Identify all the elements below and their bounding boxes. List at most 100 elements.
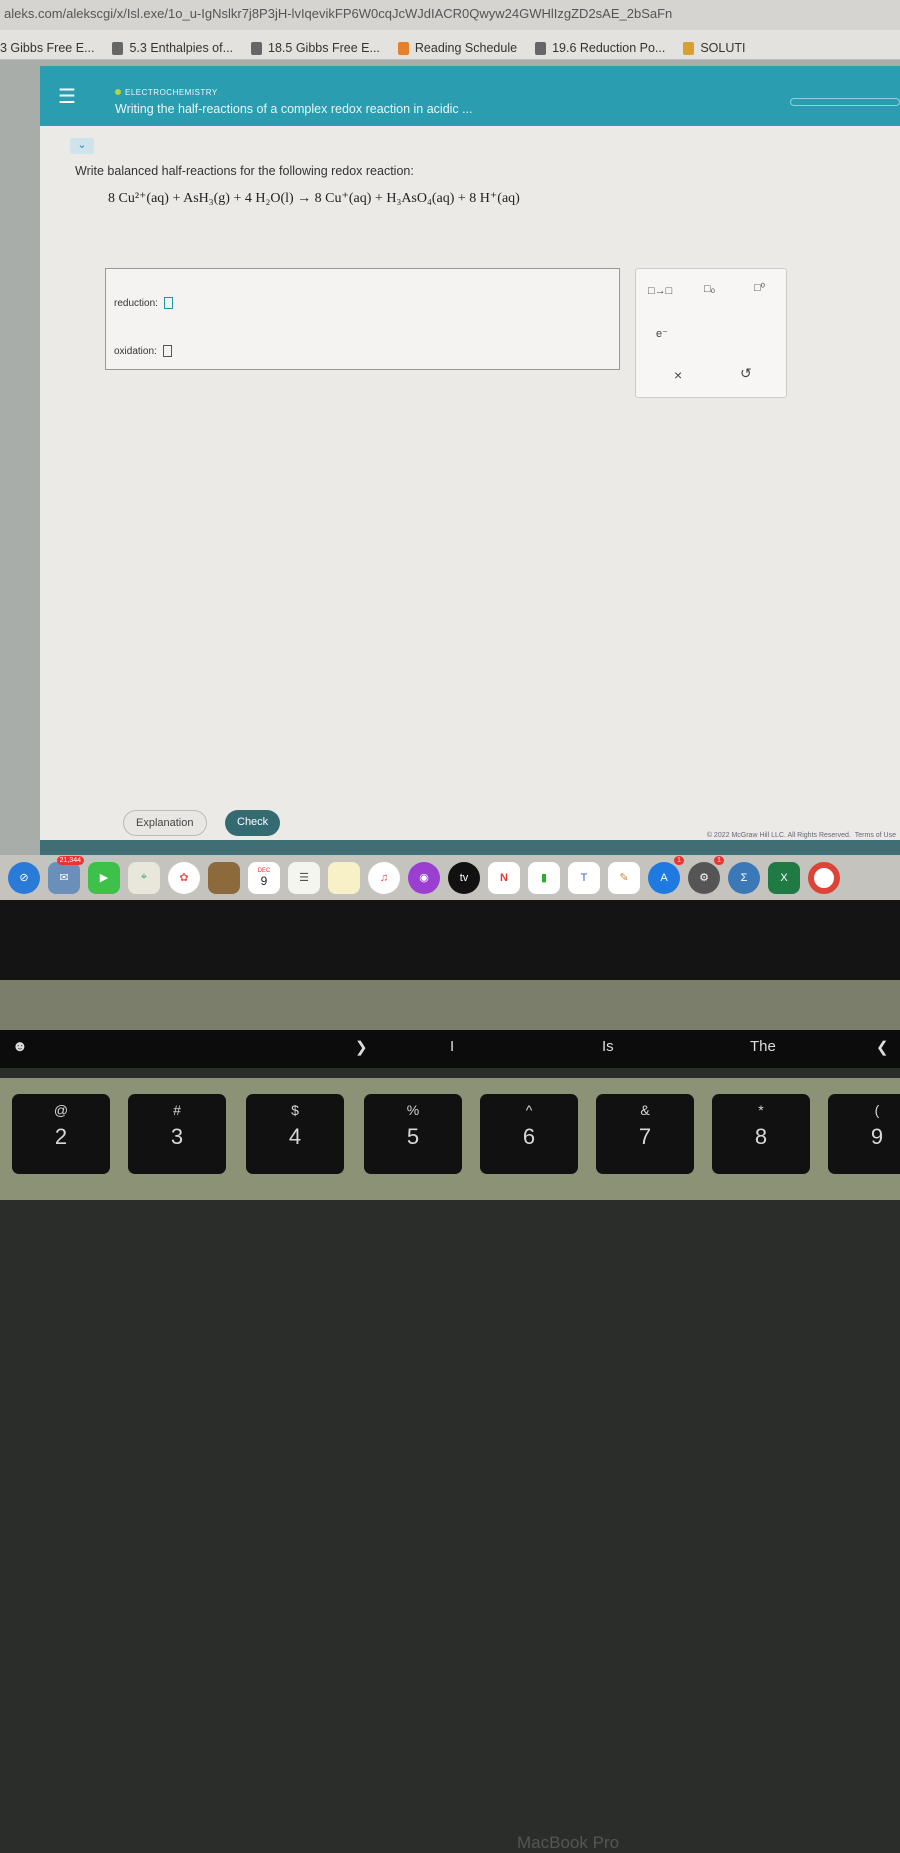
app-store-badge: 1 xyxy=(674,855,684,865)
page-icon xyxy=(683,41,695,55)
safari-icon[interactable]: ⊘ xyxy=(8,861,40,894)
keyboard: @2 #3 $4 % 5 ^ 6 & 7 * 8 (9 xyxy=(0,1078,900,1200)
system-preferences-icon[interactable]: 1 ⚙ xyxy=(688,855,724,894)
oxidation-row: oxidation: xyxy=(114,345,172,357)
copyright-text: © 2022 McGraw Hill LLC. All Rights Reser… xyxy=(707,832,896,839)
explanation-button[interactable]: Explanation xyxy=(123,810,207,836)
bookmark[interactable]: Reading Schedule xyxy=(397,37,517,59)
equation-app-icon[interactable]: Σ xyxy=(728,861,760,894)
key-legend: @ xyxy=(53,1102,69,1118)
mail-icon[interactable]: 21,344 ✉ xyxy=(48,855,84,894)
hamburger-icon[interactable]: ☰ xyxy=(58,84,76,109)
equation-reactants: 8 Cu²⁺(aq) + AsH₃(g) + 4 H₂O(l) xyxy=(108,191,294,206)
bookmark-label: 5.3 Enthalpies of... xyxy=(129,41,234,55)
bookmark[interactable]: SOLUTI xyxy=(683,37,746,59)
key-legend: 2 xyxy=(54,1124,68,1149)
notes-icon[interactable] xyxy=(328,861,360,894)
key-4[interactable]: $4 xyxy=(246,1094,344,1174)
touchbar-collapse[interactable]: ❮ xyxy=(876,1038,889,1056)
undo-icon[interactable]: ↺ xyxy=(740,365,752,382)
key-legend: ( xyxy=(874,1102,880,1118)
bookmark[interactable]: 5.3 Enthalpies of... xyxy=(112,37,233,59)
app-store-icon[interactable]: 1A xyxy=(648,855,684,894)
calendar-icon[interactable]: DEC 9 xyxy=(248,861,280,894)
dock: ⊘ 21,344 ✉ ▶ ⌖ ✿ DEC 9 ☰ ♫ ◉ tv N ▮ T ✎ 1A… xyxy=(0,855,900,900)
maps-icon[interactable]: ⌖ xyxy=(128,861,160,894)
reaction-arrow-button[interactable]: □→□ xyxy=(648,285,672,297)
touchbar-expand[interactable]: ❯ xyxy=(355,1038,368,1056)
music-icon[interactable]: ♫ xyxy=(368,861,400,894)
key-legend: 5 xyxy=(406,1124,420,1149)
equation-palette: □→□ □₀ □⁰ e⁻ × ↺ xyxy=(635,268,787,398)
collapse-chevron-icon[interactable]: ⌄ xyxy=(70,138,94,154)
podcasts-icon[interactable]: ◉ xyxy=(408,861,440,894)
bookmark-label: 19.6 Reduction Po... xyxy=(552,41,666,55)
equation-products: 8 Cu⁺(aq) + H₃AsO₄(aq) + 8 H⁺(aq) xyxy=(314,191,520,206)
oxidation-label: oxidation: xyxy=(114,345,157,357)
answer-area: reduction: oxidation: xyxy=(105,268,620,370)
news-icon[interactable]: N xyxy=(488,861,520,894)
touch-bar: ☻ ❯ I Is The ❮ xyxy=(0,1030,900,1068)
key-legend: 3 xyxy=(170,1124,184,1149)
key-legend: 6 xyxy=(522,1124,536,1149)
contacts-icon[interactable] xyxy=(208,861,240,894)
key-8[interactable]: * 8 xyxy=(712,1094,810,1174)
topic-category: ELECTROCHEMISTRY xyxy=(115,88,218,97)
bookmark[interactable]: 3 Gibbs Free E... xyxy=(0,37,94,59)
keynote-icon[interactable]: T xyxy=(568,861,600,894)
key-legend: * xyxy=(758,1102,764,1118)
key-3[interactable]: #3 xyxy=(128,1094,226,1174)
facetime-icon[interactable]: ▶ xyxy=(88,861,120,894)
address-bar[interactable]: aleks.com/alekscgi/x/Isl.exe/1o_u-IgNslk… xyxy=(0,0,900,30)
key-legend: 8 xyxy=(754,1124,768,1149)
redox-equation: 8 Cu²⁺(aq) + AsH₃(g) + 4 H₂O(l) → 8 Cu⁺(… xyxy=(108,190,520,207)
reduction-row: reduction: xyxy=(114,297,173,309)
topic-title: Writing the half-reactions of a complex … xyxy=(115,102,473,116)
electron-button[interactable]: e⁻ xyxy=(656,327,668,340)
bookmarks-bar: 3 Gibbs Free E... 5.3 Enthalpies of... 1… xyxy=(0,30,900,60)
key-5[interactable]: % 5 xyxy=(364,1094,462,1174)
laptop-body xyxy=(0,980,900,1030)
settings-badge: 1 xyxy=(714,855,724,865)
reduction-input[interactable] xyxy=(163,297,173,309)
suggestion[interactable]: Is xyxy=(602,1038,614,1055)
superscript-button[interactable]: □⁰ xyxy=(754,281,765,294)
clear-icon[interactable]: × xyxy=(674,367,682,383)
suggestion[interactable]: I xyxy=(450,1038,454,1055)
terms-link[interactable]: Terms of Use xyxy=(855,832,896,839)
bookmark[interactable]: 18.5 Gibbs Free E... xyxy=(251,37,380,59)
chrome-icon[interactable] xyxy=(808,861,840,894)
calendar-day: 9 xyxy=(260,873,268,888)
apple-tv-icon[interactable]: tv xyxy=(448,861,480,894)
key-7[interactable]: & 7 xyxy=(596,1094,694,1174)
key-6[interactable]: ^ 6 xyxy=(480,1094,578,1174)
excel-icon[interactable]: X xyxy=(768,861,800,894)
mail-badge: 21,344 xyxy=(56,855,84,865)
emoji-icon[interactable]: ☻ xyxy=(12,1038,28,1055)
key-legend: % xyxy=(406,1102,420,1118)
footer: © 2022 McGraw Hill LLC. All Rights Reser… xyxy=(40,832,900,855)
page-icon xyxy=(112,41,124,55)
question-prompt: Write balanced half-reactions for the fo… xyxy=(75,164,414,178)
key-2[interactable]: @2 xyxy=(12,1094,110,1174)
copyright: © 2022 McGraw Hill LLC. All Rights Reser… xyxy=(706,832,851,839)
bookmark-label: SOLUTI xyxy=(700,41,746,55)
key-9[interactable]: (9 xyxy=(828,1094,900,1174)
topic-header: ☰ ELECTROCHEMISTRY Writing the half-reac… xyxy=(40,66,900,126)
progress-bar xyxy=(790,98,900,106)
check-button[interactable]: Check xyxy=(225,810,281,836)
key-legend: 4 xyxy=(288,1124,302,1149)
pages-icon[interactable]: ✎ xyxy=(608,861,640,894)
reminders-icon[interactable]: ☰ xyxy=(288,861,320,894)
key-legend: 9 xyxy=(870,1124,884,1149)
subscript-button[interactable]: □₀ xyxy=(704,283,715,295)
bookmark-label: 18.5 Gibbs Free E... xyxy=(268,41,380,55)
suggestion[interactable]: The xyxy=(750,1038,776,1055)
page-icon xyxy=(535,41,547,55)
oxidation-input[interactable] xyxy=(162,345,172,357)
photos-icon[interactable]: ✿ xyxy=(168,861,200,894)
key-legend: ^ xyxy=(525,1102,533,1118)
bookmark[interactable]: 19.6 Reduction Po... xyxy=(535,37,665,59)
laptop-bezel: MacBook Pro xyxy=(0,900,900,1852)
numbers-icon[interactable]: ▮ xyxy=(528,861,560,894)
